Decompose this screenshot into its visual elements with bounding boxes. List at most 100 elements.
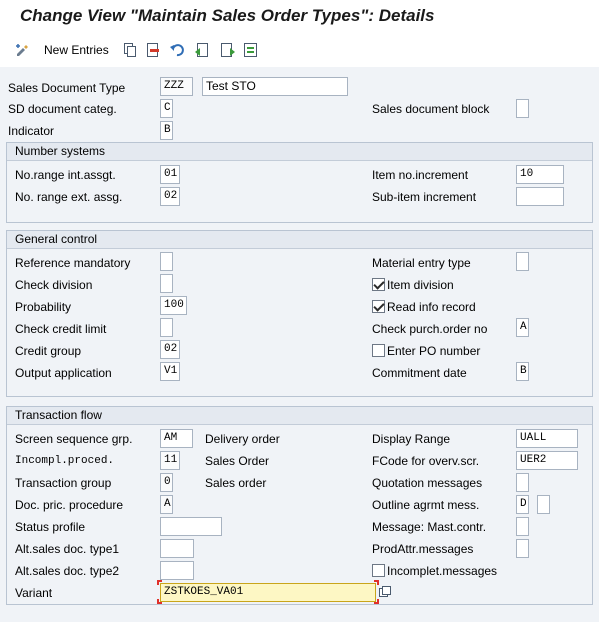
application-toolbar: New Entries	[0, 33, 599, 67]
next-entry-icon	[221, 43, 235, 57]
variant-field[interactable]: ZSTKOES_VA01	[160, 583, 376, 602]
variant-label: Variant	[15, 586, 53, 600]
status-profile-field[interactable]	[160, 517, 222, 536]
display-range-label: Display Range	[372, 432, 451, 446]
display-change-icon	[16, 44, 28, 56]
doc-pric-procedure-field[interactable]: A	[160, 495, 173, 514]
no-range-ext-label: No. range ext. assg.	[15, 190, 123, 204]
number-systems-header: Number systems	[7, 143, 592, 161]
quotation-messages-field[interactable]	[516, 473, 529, 492]
item-no-increment-field[interactable]: 10	[516, 165, 564, 184]
prodattr-messages-label: ProdAttr.messages	[372, 542, 474, 556]
no-range-int-label: No.range int.assgt.	[15, 168, 116, 182]
fcode-overview-field[interactable]: UER2	[516, 451, 578, 470]
delete-button[interactable]	[145, 40, 161, 60]
commitment-date-label: Commitment date	[372, 366, 467, 380]
general-control-header: General control	[7, 231, 592, 249]
delete-icon	[147, 43, 159, 57]
transaction-group-description: Sales order	[205, 476, 267, 490]
previous-entry-button[interactable]	[194, 40, 210, 60]
reference-mandatory-field[interactable]	[160, 252, 173, 271]
sales-doc-block-field[interactable]	[516, 99, 529, 118]
undo-button[interactable]	[169, 40, 185, 60]
transaction-group-field[interactable]: 0	[160, 473, 173, 492]
sales-doc-type-field[interactable]: ZZZ	[160, 77, 193, 96]
undo-icon	[170, 44, 184, 57]
incomplet-messages-checkbox[interactable]	[372, 564, 385, 577]
select-all-icon	[244, 43, 257, 57]
details-screen: Sales Document Type ZZZ Test STO SD docu…	[0, 67, 599, 622]
check-purch-order-field[interactable]: A	[516, 318, 529, 337]
material-entry-type-field[interactable]	[516, 252, 529, 271]
sub-item-increment-field[interactable]	[516, 187, 564, 206]
no-range-ext-field[interactable]: 02	[160, 187, 180, 206]
alt-sales-doc-type2-label: Alt.sales doc. type2	[15, 564, 120, 578]
copy-button[interactable]	[122, 40, 138, 60]
no-range-int-field[interactable]: 01	[160, 165, 180, 184]
new-entries-button[interactable]: New Entries	[38, 40, 109, 60]
fcode-overview-label: FCode for overv.scr.	[372, 454, 480, 468]
check-credit-limit-label: Check credit limit	[15, 322, 107, 336]
display-change-button[interactable]	[14, 40, 30, 60]
previous-entry-icon	[195, 43, 208, 57]
quotation-messages-label: Quotation messages	[372, 476, 483, 490]
incompl-proced-field[interactable]: 11	[160, 451, 180, 470]
indicator-label: Indicator	[8, 124, 55, 138]
general-control-title: General control	[15, 232, 98, 246]
read-info-record-checkbox[interactable]	[372, 300, 385, 313]
material-entry-type-label: Material entry type	[372, 256, 471, 270]
probability-field[interactable]: 100	[160, 296, 187, 315]
alt-sales-doc-type1-label: Alt.sales doc. type1	[15, 542, 120, 556]
status-profile-label: Status profile	[15, 520, 86, 534]
prodattr-messages-field[interactable]	[516, 539, 529, 558]
number-systems-title: Number systems	[15, 144, 106, 158]
credit-group-field[interactable]: 02	[160, 340, 180, 359]
output-application-label: Output application	[15, 366, 112, 380]
message-mast-contr-field[interactable]	[516, 517, 529, 536]
sales-doc-type-description-field[interactable]: Test STO	[202, 77, 348, 96]
alt-sales-doc-type2-field[interactable]	[160, 561, 194, 580]
outline-agrmt-second-field[interactable]	[537, 495, 550, 514]
incomplet-messages-label: Incomplet.messages	[387, 564, 498, 578]
message-mast-contr-label: Message: Mast.contr.	[372, 520, 487, 534]
sd-doc-categ-label: SD document categ.	[8, 102, 117, 116]
sd-doc-categ-field[interactable]: C	[160, 99, 173, 118]
outline-agrmt-field[interactable]: D	[516, 495, 529, 514]
screen-sequence-description: Delivery order	[205, 432, 280, 446]
reference-mandatory-label: Reference mandatory	[15, 256, 131, 270]
variant-value-help-button[interactable]	[378, 585, 392, 599]
item-no-increment-label: Item no.increment	[372, 168, 469, 182]
item-division-checkbox[interactable]	[372, 278, 385, 291]
commitment-date-field[interactable]: B	[516, 362, 529, 381]
indicator-field[interactable]: B	[160, 121, 173, 140]
alt-sales-doc-type1-field[interactable]	[160, 539, 194, 558]
new-entries-label: New Entries	[44, 43, 109, 57]
display-range-field[interactable]: UALL	[516, 429, 578, 448]
select-all-button[interactable]	[243, 40, 259, 60]
focus-corner-top-left	[157, 580, 162, 585]
sales-doc-type-label: Sales Document Type	[8, 81, 126, 95]
sales-doc-block-label: Sales document block	[372, 102, 490, 116]
copy-icon	[124, 43, 136, 57]
outline-agrmt-label: Outline agrmt mess.	[372, 498, 480, 512]
check-division-field[interactable]	[160, 274, 173, 293]
incompl-proced-label: Incompl.proced.	[15, 455, 115, 467]
check-purch-order-label: Check purch.order no	[372, 322, 488, 336]
transaction-group-label: Transaction group	[15, 476, 112, 490]
window-title: Change View "Maintain Sales Order Types"…	[20, 6, 435, 25]
transaction-flow-header: Transaction flow	[7, 407, 592, 425]
value-help-icon	[379, 586, 391, 597]
focus-corner-bottom-left	[157, 599, 162, 604]
focus-corner-bottom-right	[374, 599, 379, 604]
check-division-label: Check division	[15, 278, 93, 292]
screen-sequence-field[interactable]: AM	[160, 429, 193, 448]
sub-item-increment-label: Sub-item increment	[372, 190, 477, 204]
transaction-flow-title: Transaction flow	[15, 408, 102, 422]
credit-group-label: Credit group	[15, 344, 82, 358]
enter-po-number-checkbox[interactable]	[372, 344, 385, 357]
title-bar: Change View "Maintain Sales Order Types"…	[0, 0, 599, 33]
next-entry-button[interactable]	[220, 40, 236, 60]
probability-label: Probability	[15, 300, 72, 314]
output-application-field[interactable]: V1	[160, 362, 180, 381]
check-credit-limit-field[interactable]	[160, 318, 173, 337]
